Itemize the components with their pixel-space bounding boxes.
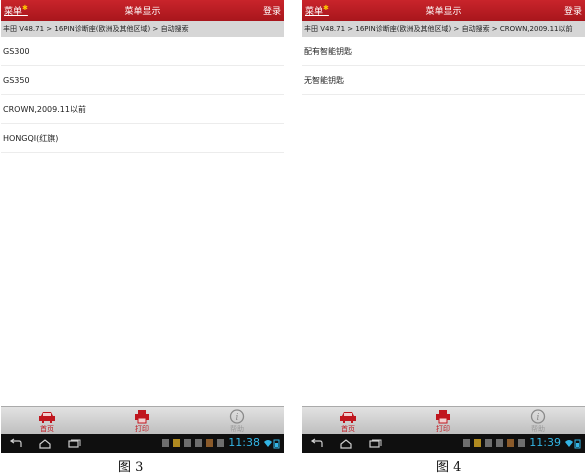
car-icon — [39, 412, 55, 423]
printer-icon — [135, 410, 149, 424]
svg-text:i: i — [537, 413, 540, 423]
list-item[interactable]: 配有智能钥匙 — [302, 37, 585, 66]
recent-apps-icon[interactable] — [368, 438, 382, 449]
back-icon[interactable] — [310, 438, 324, 449]
notification-icon — [485, 439, 492, 447]
home-icon[interactable] — [38, 438, 52, 449]
car-icon — [340, 412, 356, 423]
breadcrumb: 丰田 V48.71 > 16PIN诊断座(欧洲及其他区域) > 自动搜索 > C… — [302, 21, 585, 37]
home-tab-label: 首页 — [341, 425, 355, 433]
home-tab-label: 首页 — [40, 425, 54, 433]
list-item[interactable]: HONGQI(红旗) — [1, 124, 284, 153]
list-item[interactable]: GS300 — [1, 37, 284, 66]
notification-icon — [173, 439, 180, 447]
help-tab-label: 帮助 — [531, 425, 545, 433]
home-tab[interactable]: 首页 — [308, 407, 388, 435]
help-tab[interactable]: i 帮助 — [197, 407, 277, 435]
notification-icon — [463, 439, 470, 447]
list-item[interactable]: GS350 — [1, 66, 284, 95]
notification-icon — [217, 439, 224, 447]
info-icon: i — [530, 409, 546, 424]
svg-text:i: i — [236, 413, 239, 423]
notification-icon — [474, 439, 481, 447]
figure-caption-left: 图 3 — [118, 460, 144, 475]
back-icon[interactable] — [9, 438, 23, 449]
printer-icon — [436, 410, 450, 424]
notification-icon — [184, 439, 191, 447]
page-title: 菜单显示 — [425, 7, 462, 17]
notification-icon — [195, 439, 202, 447]
list-item[interactable]: 无智能钥匙 — [302, 66, 585, 95]
status-clock: 11:38 — [228, 436, 260, 449]
home-icon[interactable] — [339, 438, 353, 449]
login-button[interactable]: 登录 — [564, 4, 582, 17]
wifi-battery-icon — [264, 439, 280, 449]
notification-icon — [496, 439, 503, 447]
wifi-battery-icon — [565, 439, 581, 449]
tablet-screen-left: 菜单✱ 菜单显示 登录 丰田 V48.71 > 16PIN诊断座(欧洲及其他区域… — [1, 0, 284, 453]
help-tab-label: 帮助 — [230, 425, 244, 433]
home-tab[interactable]: 首页 — [7, 407, 87, 435]
login-button[interactable]: 登录 — [263, 4, 281, 17]
status-clock: 11:39 — [529, 436, 561, 449]
vehicle-list: GS300 GS350 CROWN,2009.11以前 HONGQI(红旗) — [1, 37, 284, 153]
figure-caption-right: 图 4 — [436, 460, 462, 475]
print-tab[interactable]: 打印 — [102, 407, 182, 435]
print-tab-label: 打印 — [436, 425, 450, 433]
top-bar: 菜单✱ 菜单显示 登录 — [302, 0, 585, 21]
tablet-screen-right: 菜单✱ 菜单显示 登录 丰田 V48.71 > 16PIN诊断座(欧洲及其他区域… — [302, 0, 585, 453]
breadcrumb: 丰田 V48.71 > 16PIN诊断座(欧洲及其他区域) > 自动搜索 — [1, 21, 284, 37]
top-bar: 菜单✱ 菜单显示 登录 — [1, 0, 284, 21]
android-nav-bar: 11:39 — [302, 434, 585, 453]
android-nav-bar: 11:38 — [1, 434, 284, 453]
info-icon: i — [229, 409, 245, 424]
notification-icon — [507, 439, 514, 447]
bottom-toolbar: 首页 打印 i 帮助 — [302, 406, 585, 434]
bottom-toolbar: 首页 打印 i 帮助 — [1, 406, 284, 434]
page-title: 菜单显示 — [124, 7, 161, 17]
key-option-list: 配有智能钥匙 无智能钥匙 — [302, 37, 585, 95]
recent-apps-icon[interactable] — [67, 438, 81, 449]
notification-icon — [206, 439, 213, 447]
print-tab-label: 打印 — [135, 425, 149, 433]
print-tab[interactable]: 打印 — [403, 407, 483, 435]
help-tab[interactable]: i 帮助 — [498, 407, 578, 435]
notification-icon — [162, 439, 169, 447]
notification-icon — [518, 439, 525, 447]
list-item[interactable]: CROWN,2009.11以前 — [1, 95, 284, 124]
